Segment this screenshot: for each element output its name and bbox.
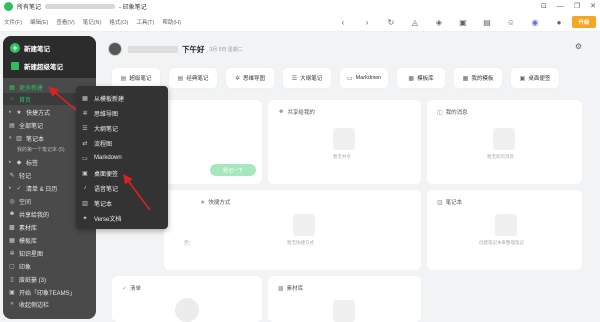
arrow-to-sticky-note (123, 174, 151, 211)
annotation-arrows (48, 86, 151, 211)
arrow-to-more-new (48, 86, 77, 111)
